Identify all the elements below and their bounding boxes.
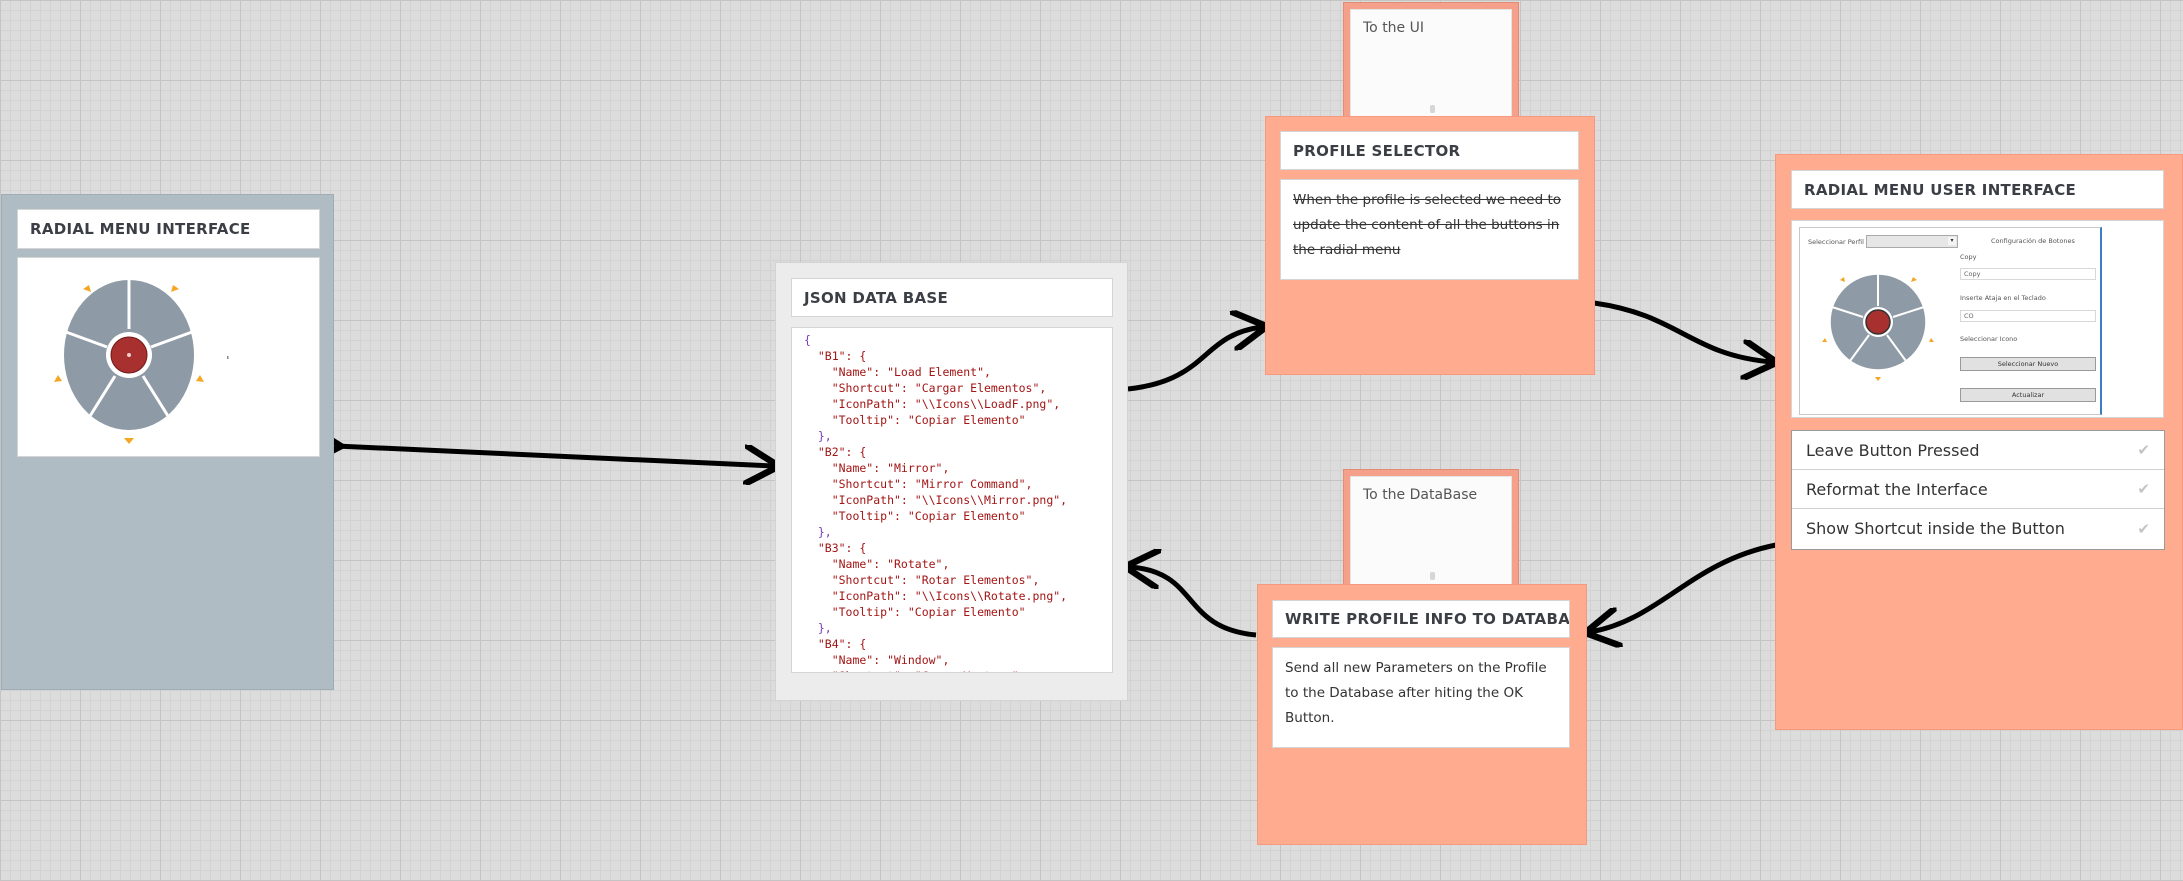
option-show-shortcut[interactable]: Show Shortcut inside the Button ✔ [1792, 509, 2164, 548]
profile-dropdown[interactable]: ▾ [1866, 235, 1958, 248]
chevron-down-icon: ▾ [1948, 237, 1956, 245]
radial-menu-ui-node[interactable]: RADIAL MENU USER INTERFACE Seleccionar P… [1775, 154, 2183, 730]
ui-screenshot-frame: Seleccionar Perfil ▾ Configuración de Bo… [1799, 227, 2102, 415]
json-code-line: "IconPath": "\\Icons\\LoadF.png", [804, 397, 1061, 411]
write-profile-tab[interactable]: To the DataBase [1343, 469, 1519, 593]
field2-label: Inserte Ataja en el Teclado [1960, 294, 2046, 302]
connector-radial-json [336, 446, 774, 466]
node-title: RADIAL MENU USER INTERFACE [1791, 170, 2164, 209]
tab-handle-icon [1430, 572, 1435, 580]
json-code-view[interactable]: { "B1": { "Name": "Load Element", "Short… [791, 327, 1113, 673]
check-icon[interactable]: ✔ [2137, 480, 2150, 498]
select-new-button[interactable]: Seleccionar Nuevo [1960, 357, 2096, 371]
node-description: When the profile is selected we need to … [1280, 179, 1579, 280]
mini-radial-wheel [1822, 273, 1934, 381]
update-button[interactable]: Actualizar [1960, 388, 2096, 402]
json-code-line: }, [804, 621, 832, 635]
json-code-line: "Shortcut": "Rotar Elementos", [804, 573, 1040, 587]
connector-profile-ui [1593, 300, 1772, 362]
json-code-line: "Name": "Rotate", [804, 557, 950, 571]
options-list: Leave Button Pressed ✔ Reformat the Inte… [1791, 430, 2165, 550]
json-code-line: "B3": { [804, 541, 867, 555]
connector-write-json [1130, 567, 1257, 638]
json-code-line: "B4": { [804, 637, 867, 651]
json-code-line: "Shortcut": "Mirror Command", [804, 477, 1033, 491]
profile-selector-node[interactable]: PROFILE SELECTOR When the profile is sel… [1265, 116, 1595, 375]
json-database-node[interactable]: JSON DATA BASE { "B1": { "Name": "Load E… [775, 262, 1128, 701]
connector-ui-write [1590, 542, 1777, 632]
tab-label: To the UI [1363, 20, 1424, 36]
node-title: PROFILE SELECTOR [1280, 131, 1579, 170]
select-profile-label: Seleccionar Perfil [1808, 238, 1864, 246]
json-code-line: }, [804, 429, 832, 443]
write-profile-node[interactable]: WRITE PROFILE INFO TO DATABASE Send all … [1257, 584, 1587, 845]
ui-screenshot-preview: Seleccionar Perfil ▾ Configuración de Bo… [1791, 220, 2164, 418]
radial-wheel-graphic [54, 278, 229, 444]
check-icon[interactable]: ✔ [2137, 441, 2150, 459]
json-code-line: "Name": "Window", [804, 653, 950, 667]
json-code-line: "Name": "Mirror", [804, 461, 950, 475]
json-code-line: "Shortcut": "Cargar Elementos", [804, 381, 1047, 395]
field1-input[interactable]: Copy [1960, 268, 2096, 280]
radial-menu-interface-node[interactable]: RADIAL MENU INTERFACE [1, 194, 334, 690]
tab-handle-icon [1430, 105, 1435, 113]
json-code-line: "Tooltip": "Copiar Elemento" [804, 413, 1026, 427]
tab-label: To the DataBase [1363, 487, 1478, 503]
json-code-line: }, [804, 525, 832, 539]
field2-input[interactable]: CO [1960, 310, 2096, 322]
json-code-line: "Tooltip": "Copiar Elemento" [804, 605, 1026, 619]
json-code-line: "IconPath": "\\Icons\\Mirror.png", [804, 493, 1068, 507]
option-leave-button-pressed[interactable]: Leave Button Pressed ✔ [1792, 431, 2164, 470]
field1-label: Copy [1960, 253, 1977, 261]
json-code-line: "B1": { [804, 349, 867, 363]
icon-select-label: Seleccionar Icono [1960, 335, 2018, 343]
config-buttons-label: Configuración de Botones [1991, 237, 2075, 245]
json-code-line: "Tooltip": "Copiar Elemento" [804, 509, 1026, 523]
option-label: Reformat the Interface [1806, 479, 1988, 499]
json-code-line: "B2": { [804, 445, 867, 459]
option-label: Leave Button Pressed [1806, 440, 1980, 460]
node-description: Send all new Parameters on the Profile t… [1272, 647, 1570, 748]
node-title: WRITE PROFILE INFO TO DATABASE [1272, 600, 1570, 638]
radial-menu-preview [17, 257, 320, 457]
option-label: Show Shortcut inside the Button [1806, 519, 2065, 538]
node-title: RADIAL MENU INTERFACE [17, 209, 320, 249]
check-icon[interactable]: ✔ [2137, 520, 2150, 538]
profile-selector-tab[interactable]: To the UI [1343, 2, 1519, 126]
option-reformat-interface[interactable]: Reformat the Interface ✔ [1792, 470, 2164, 509]
json-code-line: { [804, 333, 811, 347]
json-code-line: "Shortcut": "Crear Ventana", [804, 668, 1100, 672]
connector-json-profile [1127, 327, 1262, 392]
json-code-line: "Name": "Load Element", [804, 365, 991, 379]
json-code-line: "IconPath": "\\Icons\\Rotate.png", [804, 589, 1068, 603]
node-title: JSON DATA BASE [791, 278, 1113, 317]
